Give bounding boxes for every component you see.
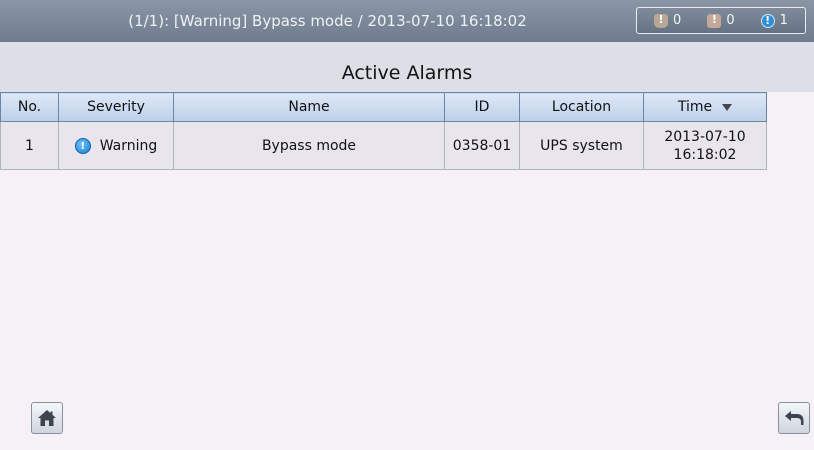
- cell-id: 0358-01: [444, 121, 520, 170]
- critical-alarm-count: 0: [673, 13, 682, 28]
- severity-label: Warning: [99, 137, 158, 154]
- back-arrow-icon: [785, 411, 804, 425]
- column-header-name[interactable]: Name: [173, 92, 445, 122]
- alarms-table: No. Severity Name ID Location Time 1 War…: [0, 92, 767, 170]
- cell-severity: Warning: [58, 121, 174, 170]
- cell-name: Bypass mode: [173, 121, 445, 170]
- column-header-severity[interactable]: Severity: [58, 92, 174, 122]
- critical-alarm-icon: [654, 13, 669, 28]
- minor-alarm-counter: 1: [760, 13, 788, 28]
- column-header-time-label: Time: [677, 99, 713, 115]
- cell-location: UPS system: [519, 121, 644, 170]
- alarm-counters[interactable]: 0 0 1: [636, 7, 806, 34]
- major-alarm-counter: 0: [707, 13, 735, 28]
- major-alarm-count: 0: [726, 13, 735, 28]
- home-icon: [38, 410, 56, 426]
- column-header-time[interactable]: Time: [643, 92, 767, 122]
- minor-alarm-icon: [760, 13, 775, 28]
- critical-alarm-counter: 0: [654, 13, 681, 28]
- cell-time: 2013-07-10 16:18:02: [643, 121, 767, 170]
- home-button[interactable]: [31, 402, 63, 434]
- cell-no: 1: [0, 121, 59, 170]
- warning-icon: [74, 137, 91, 156]
- page-title: Active Alarms: [341, 62, 473, 84]
- sort-descending-icon: [722, 103, 733, 111]
- time-date: 2013-07-10: [664, 128, 746, 145]
- time-clock: 16:18:02: [673, 146, 737, 163]
- column-header-no[interactable]: No.: [0, 92, 59, 122]
- minor-alarm-count: 1: [779, 13, 788, 28]
- column-header-id[interactable]: ID: [444, 92, 520, 122]
- table-header-row: No. Severity Name ID Location Time: [0, 92, 767, 122]
- major-alarm-icon: [707, 13, 722, 28]
- column-header-location[interactable]: Location: [519, 92, 644, 122]
- latest-alarm-message[interactable]: (1/1): [Warning] Bypass mode / 2013-07-1…: [0, 0, 655, 42]
- status-bar: (1/1): [Warning] Bypass mode / 2013-07-1…: [0, 0, 814, 42]
- table-row[interactable]: 1 Warning Bypass mode 0358-01 UPS system…: [0, 121, 767, 170]
- back-button[interactable]: [778, 402, 810, 434]
